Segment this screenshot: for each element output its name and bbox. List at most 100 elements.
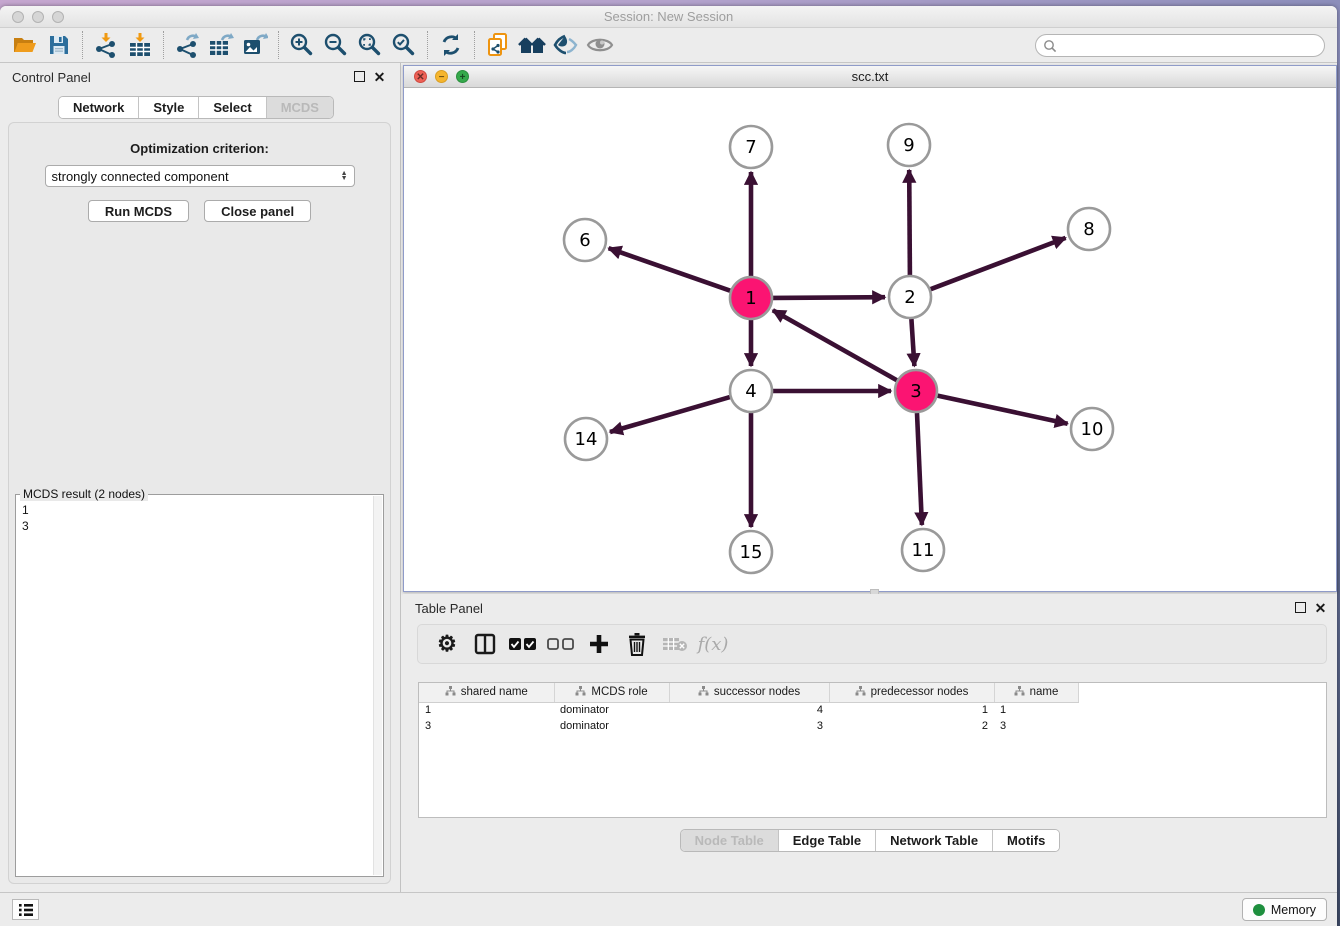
export-table-icon[interactable] bbox=[204, 30, 238, 60]
table-cell[interactable]: 2 bbox=[829, 718, 994, 734]
gear-icon[interactable]: ⚙ bbox=[428, 628, 466, 660]
hide-columns-unchecked-icon[interactable] bbox=[542, 628, 580, 660]
column-header[interactable]: predecessor nodes bbox=[829, 683, 994, 702]
table-cell[interactable]: dominator bbox=[554, 718, 669, 734]
edge-4-14 bbox=[610, 397, 730, 432]
mcds-result-text[interactable]: 1 3 bbox=[22, 502, 372, 874]
mcds-result-scrollbar[interactable] bbox=[373, 496, 382, 875]
edge-3-1 bbox=[773, 310, 897, 380]
table-cell[interactable]: 1 bbox=[419, 702, 554, 718]
svg-text:1: 1 bbox=[745, 288, 756, 309]
criterion-value: strongly connected component bbox=[52, 169, 229, 184]
close-panel-button[interactable]: Close panel bbox=[204, 200, 311, 222]
refresh-layout-icon[interactable] bbox=[434, 30, 468, 60]
node-11[interactable]: 11 bbox=[902, 529, 944, 571]
table-cell[interactable]: 3 bbox=[994, 718, 1078, 734]
open-folder-icon[interactable] bbox=[8, 30, 42, 60]
duplicate-network-icon[interactable] bbox=[481, 30, 515, 60]
zoom-fit-icon[interactable] bbox=[353, 30, 387, 60]
table-cell[interactable]: 3 bbox=[419, 718, 554, 734]
save-disk-icon[interactable] bbox=[42, 30, 76, 60]
close-table-panel-icon[interactable]: ✕ bbox=[1314, 602, 1327, 615]
tab-style[interactable]: Style bbox=[139, 97, 199, 118]
task-history-button[interactable] bbox=[12, 899, 39, 920]
eye-disabled-icon[interactable] bbox=[583, 30, 617, 60]
table-cell[interactable]: 1 bbox=[829, 702, 994, 718]
mcds-result-box: MCDS result (2 nodes) 1 3 bbox=[15, 494, 384, 877]
optimization-criterion-label: Optimization criterion: bbox=[9, 141, 390, 156]
table-cell[interactable]: 1 bbox=[994, 702, 1078, 718]
svg-text:9: 9 bbox=[903, 135, 914, 156]
tab-edge-table[interactable]: Edge Table bbox=[779, 830, 876, 851]
zoom-in-icon[interactable] bbox=[285, 30, 319, 60]
hierarchy-icon bbox=[855, 686, 866, 696]
tab-node-table[interactable]: Node Table bbox=[681, 830, 779, 851]
tab-mcds[interactable]: MCDS bbox=[267, 97, 333, 118]
edge-2-8 bbox=[931, 238, 1066, 289]
column-header[interactable]: MCDS role bbox=[554, 683, 669, 702]
float-panel-icon[interactable] bbox=[353, 71, 366, 84]
hierarchy-icon bbox=[575, 686, 586, 696]
hierarchy-icon bbox=[1014, 686, 1025, 696]
network-canvas[interactable]: 1 2 3 4 6 7 8 9 10 11 14 15 bbox=[405, 89, 1335, 590]
edge-3-10 bbox=[938, 396, 1068, 424]
delete-column-icon[interactable] bbox=[618, 628, 656, 660]
node-10[interactable]: 10 bbox=[1071, 408, 1113, 450]
node-table[interactable]: shared nameMCDS rolesuccessor nodesprede… bbox=[418, 682, 1327, 818]
control-panel-tabs: NetworkStyleSelectMCDS bbox=[0, 96, 392, 119]
tab-network[interactable]: Network bbox=[59, 97, 139, 118]
zoom-out-icon[interactable] bbox=[319, 30, 353, 60]
add-column-icon[interactable] bbox=[580, 628, 618, 660]
import-network-icon[interactable] bbox=[89, 30, 123, 60]
search-icon bbox=[1043, 39, 1057, 53]
toolbar-separator bbox=[82, 31, 83, 59]
run-mcds-button[interactable]: Run MCDS bbox=[88, 200, 189, 222]
search-box[interactable] bbox=[1035, 34, 1325, 57]
desktop: Session: New Session bbox=[0, 0, 1340, 926]
table-cell[interactable]: dominator bbox=[554, 702, 669, 718]
node-6[interactable]: 6 bbox=[564, 219, 606, 261]
node-3[interactable]: 3 bbox=[895, 370, 937, 412]
node-1[interactable]: 1 bbox=[730, 277, 772, 319]
export-network-icon[interactable] bbox=[170, 30, 204, 60]
criterion-select[interactable]: strongly connected component ▲▼ bbox=[45, 165, 355, 187]
control-panel-title: Control Panel bbox=[12, 70, 91, 85]
node-9[interactable]: 9 bbox=[888, 124, 930, 166]
export-image-icon[interactable] bbox=[238, 30, 272, 60]
home-networks-icon[interactable] bbox=[515, 30, 549, 60]
show-columns-checked-icon[interactable] bbox=[504, 628, 542, 660]
node-14[interactable]: 14 bbox=[565, 418, 607, 460]
style-eye-icon[interactable] bbox=[549, 30, 583, 60]
column-header[interactable]: shared name bbox=[419, 683, 554, 702]
close-panel-icon[interactable]: ✕ bbox=[373, 71, 386, 84]
search-input[interactable] bbox=[1061, 37, 1324, 55]
table-cell[interactable]: 3 bbox=[669, 718, 829, 734]
memory-button[interactable]: Memory bbox=[1242, 898, 1327, 921]
node-8[interactable]: 8 bbox=[1068, 208, 1110, 250]
svg-text:2: 2 bbox=[904, 287, 915, 308]
node-2[interactable]: 2 bbox=[889, 276, 931, 318]
network-graph[interactable]: 1 2 3 4 6 7 8 9 10 11 14 15 bbox=[405, 89, 1337, 592]
split-columns-icon[interactable] bbox=[466, 628, 504, 660]
svg-text:7: 7 bbox=[745, 137, 756, 158]
table-header-row[interactable]: shared nameMCDS rolesuccessor nodesprede… bbox=[419, 683, 1078, 702]
column-header[interactable]: successor nodes bbox=[669, 683, 829, 702]
tab-select[interactable]: Select bbox=[199, 97, 266, 118]
table-row[interactable]: 3dominator323 bbox=[419, 718, 1078, 734]
svg-text:4: 4 bbox=[745, 381, 756, 402]
network-window-titlebar[interactable]: ✕ − + scc.txt bbox=[404, 66, 1336, 88]
node-15[interactable]: 15 bbox=[730, 531, 772, 573]
node-7[interactable]: 7 bbox=[730, 126, 772, 168]
column-header[interactable]: name bbox=[994, 683, 1078, 702]
edge-1-6 bbox=[609, 248, 731, 291]
edge-2-9 bbox=[909, 170, 910, 275]
table-row[interactable]: 1dominator411 bbox=[419, 702, 1078, 718]
tab-network-table[interactable]: Network Table bbox=[876, 830, 993, 851]
table-panel: Table Panel ✕ ⚙ f(x) bbox=[403, 594, 1337, 892]
node-4[interactable]: 4 bbox=[730, 370, 772, 412]
zoom-selected-icon[interactable] bbox=[387, 30, 421, 60]
float-table-panel-icon[interactable] bbox=[1294, 602, 1307, 615]
import-table-icon[interactable] bbox=[123, 30, 157, 60]
table-cell[interactable]: 4 bbox=[669, 702, 829, 718]
tab-motifs[interactable]: Motifs bbox=[993, 830, 1059, 851]
